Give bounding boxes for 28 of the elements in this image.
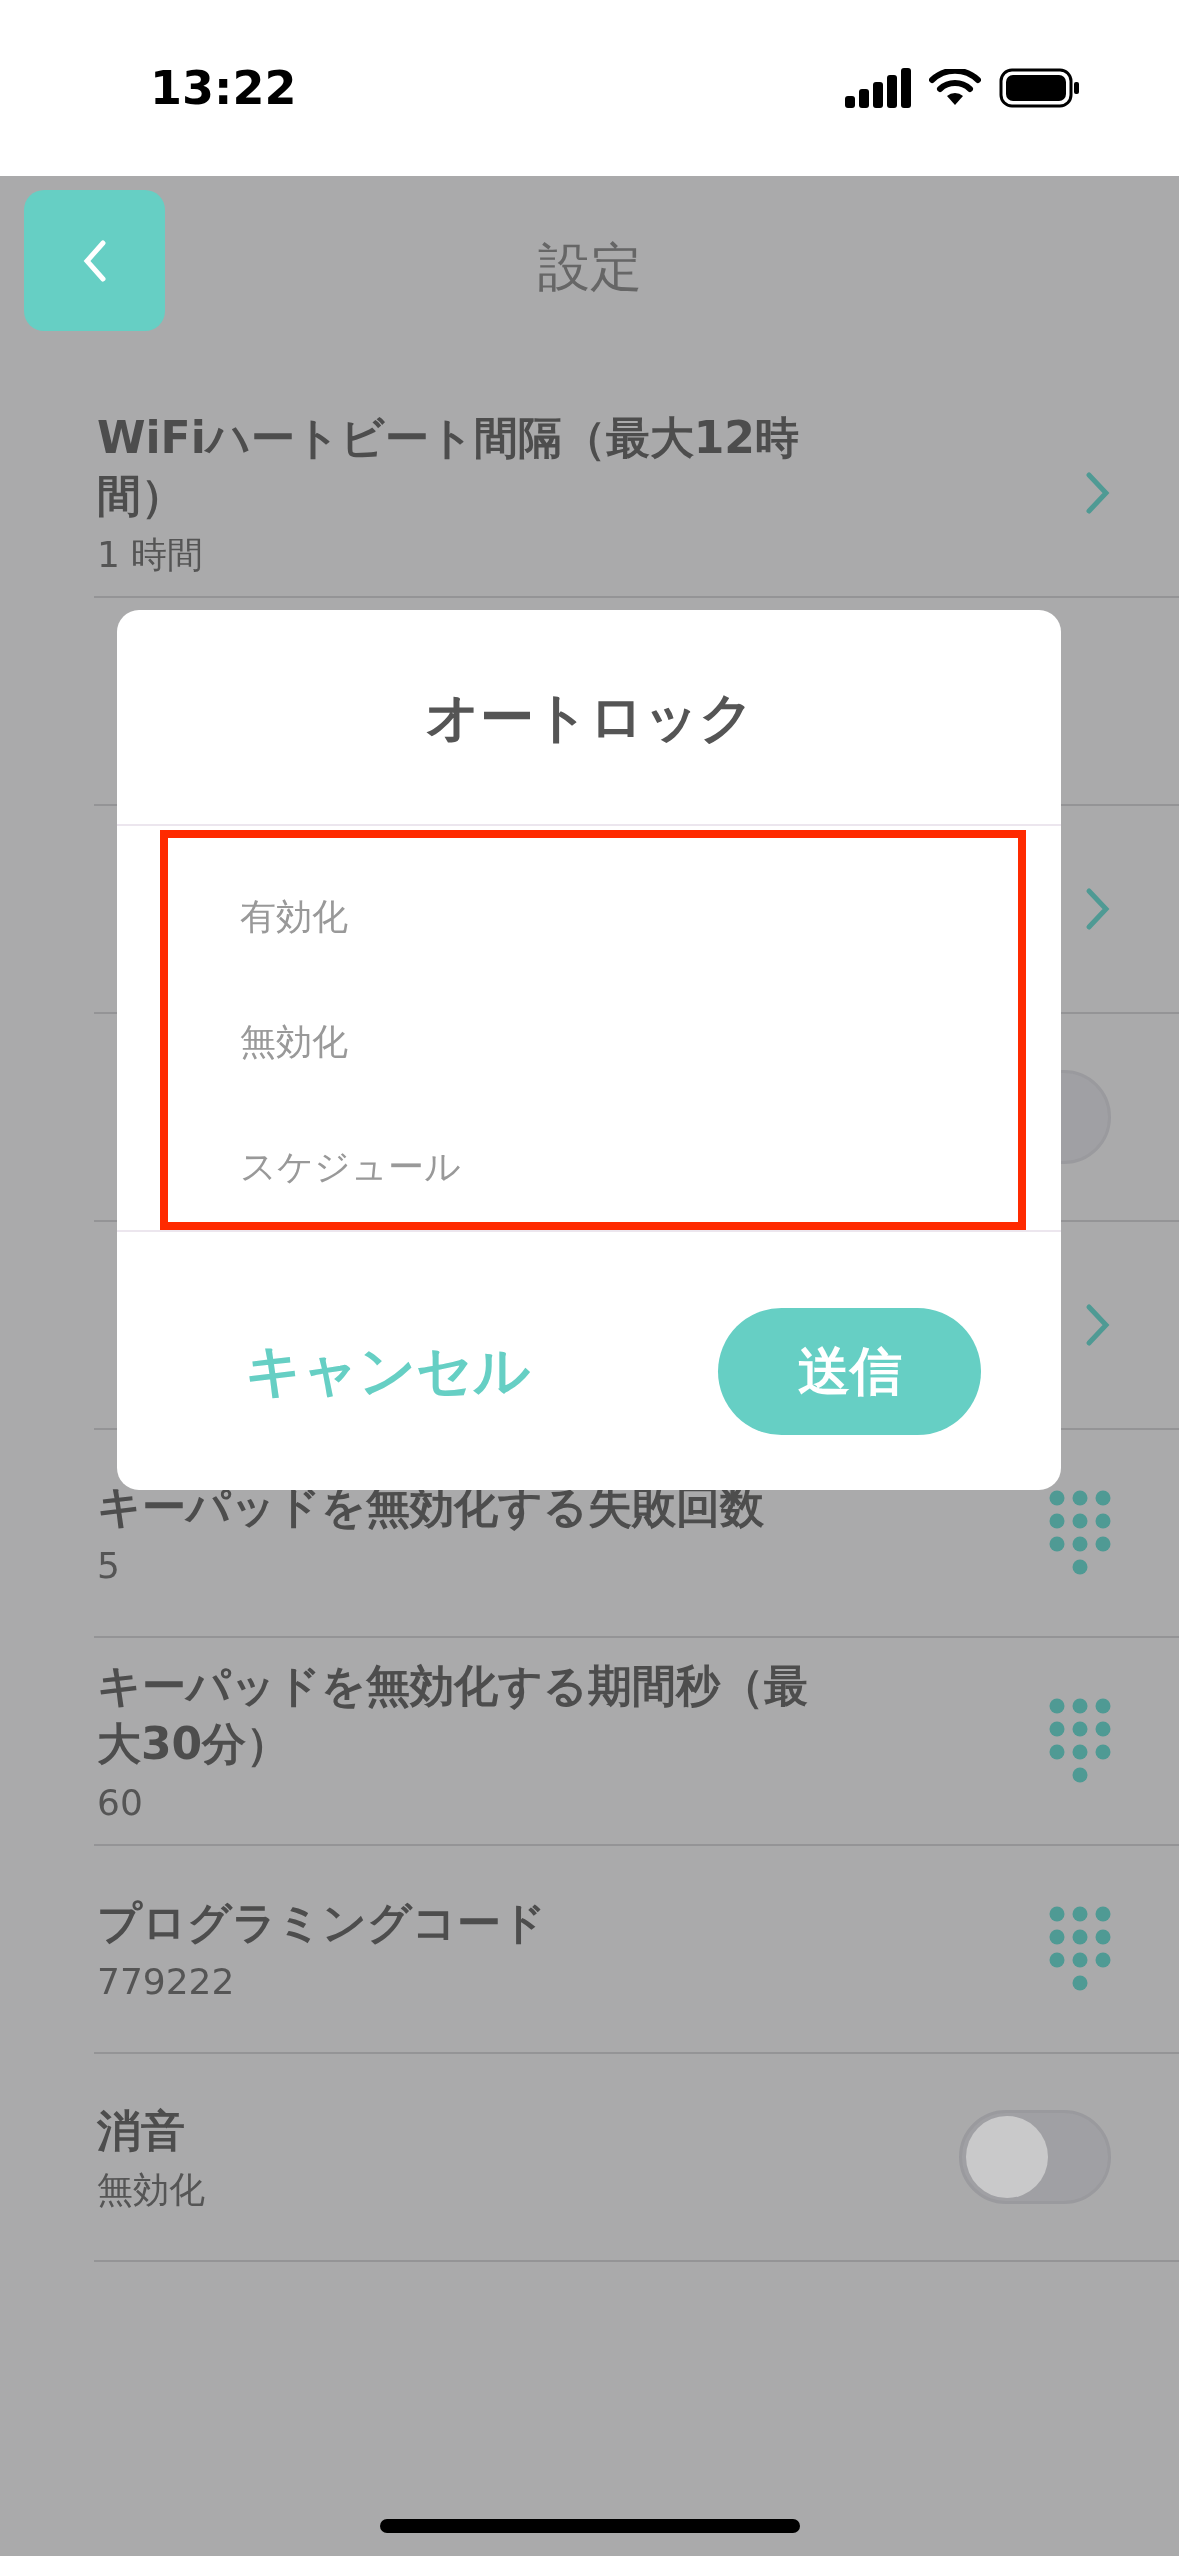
setting-value: 60 bbox=[97, 1781, 144, 1825]
back-button[interactable] bbox=[24, 190, 165, 331]
dialog-title: オートロック bbox=[424, 684, 754, 751]
dialog-option[interactable]: 無効化 bbox=[240, 979, 1061, 1105]
chevron-left-icon bbox=[81, 238, 108, 283]
dialog-option[interactable]: スケジュール bbox=[240, 1104, 1061, 1230]
setting-title: 消音 bbox=[97, 2104, 186, 2158]
submit-button[interactable]: 送信 bbox=[718, 1307, 981, 1435]
setting-value: 779222 bbox=[97, 1960, 236, 2004]
chevron-right-icon[interactable] bbox=[1085, 1303, 1111, 1347]
wifi-icon bbox=[929, 69, 981, 107]
setting-title: WiFiハートビート間隔（最大12時間） bbox=[97, 411, 800, 523]
keypad-icon[interactable] bbox=[1049, 1906, 1111, 1992]
setting-title: プログラミングコード bbox=[97, 1896, 547, 1950]
setting-value: 無効化 bbox=[97, 2168, 206, 2212]
chevron-right-icon[interactable] bbox=[1085, 471, 1111, 515]
keypad-icon[interactable] bbox=[1049, 1490, 1111, 1576]
keypad-icon[interactable] bbox=[1049, 1698, 1111, 1784]
chevron-right-icon[interactable] bbox=[1085, 887, 1111, 931]
signal-icon bbox=[845, 68, 911, 108]
status-time: 13:22 bbox=[150, 59, 297, 117]
cancel-button[interactable]: キャンセル bbox=[245, 1329, 530, 1413]
page-title: 設定 bbox=[537, 236, 642, 299]
setting-title: キーパッドを無効化する期間秒（最大30分） bbox=[97, 1659, 809, 1771]
dialog-option[interactable]: 有効化 bbox=[240, 854, 1061, 980]
setting-value: 1 時間 bbox=[97, 533, 205, 577]
setting-value: 5 bbox=[97, 1544, 121, 1588]
battery-icon bbox=[999, 68, 1081, 108]
